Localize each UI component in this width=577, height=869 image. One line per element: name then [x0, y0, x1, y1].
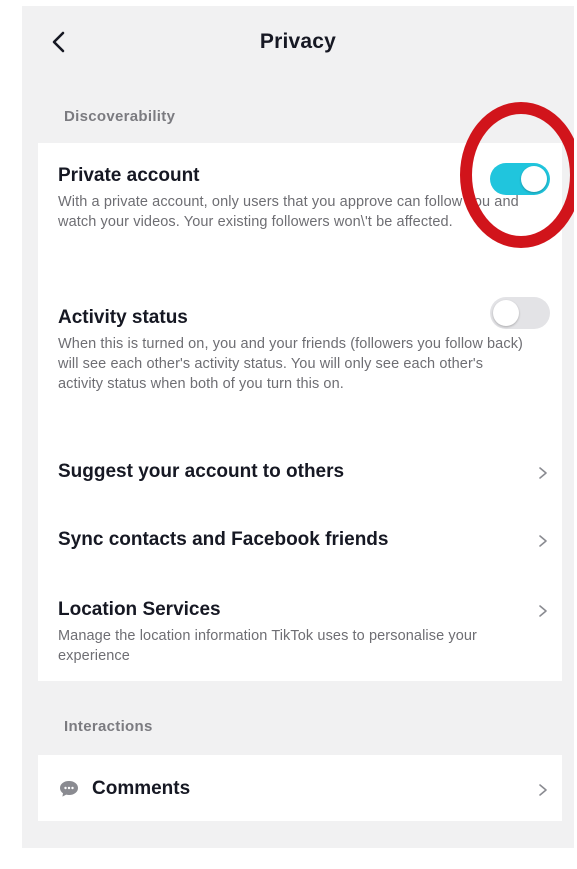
- chevron-right-icon[interactable]: [536, 783, 550, 797]
- location-services-row[interactable]: Location Services Manage the location in…: [58, 598, 548, 666]
- private-account-title: Private account: [58, 165, 200, 186]
- comments-row[interactable]: Comments: [92, 777, 548, 801]
- toggle-knob: [521, 166, 547, 192]
- chevron-right-icon[interactable]: [536, 466, 550, 480]
- private-account-row: Private account With a private account, …: [58, 164, 548, 232]
- privacy-screen: Privacy Discoverability Private account …: [22, 6, 574, 848]
- section-label-interactions: Interactions: [64, 718, 153, 735]
- speech-bubble-icon: [60, 781, 78, 797]
- private-account-description: With a private account, only users that …: [58, 194, 519, 230]
- page-title: Privacy: [259, 30, 337, 53]
- activity-status-description: When this is turned on, you and your fri…: [58, 336, 523, 392]
- private-account-toggle[interactable]: [490, 163, 550, 195]
- chevron-right-icon[interactable]: [536, 604, 550, 618]
- interactions-card: Comments: [38, 755, 562, 821]
- section-label-discoverability: Discoverability: [64, 108, 176, 125]
- toggle-knob: [493, 300, 519, 326]
- header: Privacy: [22, 6, 574, 82]
- location-services-description: Manage the location information TikTok u…: [58, 628, 477, 664]
- chevron-right-icon[interactable]: [536, 534, 550, 548]
- sync-contacts-row[interactable]: Sync contacts and Facebook friends: [58, 528, 548, 552]
- comments-title: Comments: [92, 778, 191, 799]
- location-services-title: Location Services: [58, 599, 221, 620]
- activity-status-title: Activity status: [58, 307, 188, 328]
- discoverability-card: Private account With a private account, …: [38, 143, 562, 681]
- suggest-account-row[interactable]: Suggest your account to others: [58, 460, 548, 484]
- activity-status-row: Activity status When this is turned on, …: [58, 306, 548, 394]
- suggest-account-title: Suggest your account to others: [58, 461, 345, 482]
- sync-contacts-title: Sync contacts and Facebook friends: [58, 529, 389, 550]
- activity-status-toggle[interactable]: [490, 297, 550, 329]
